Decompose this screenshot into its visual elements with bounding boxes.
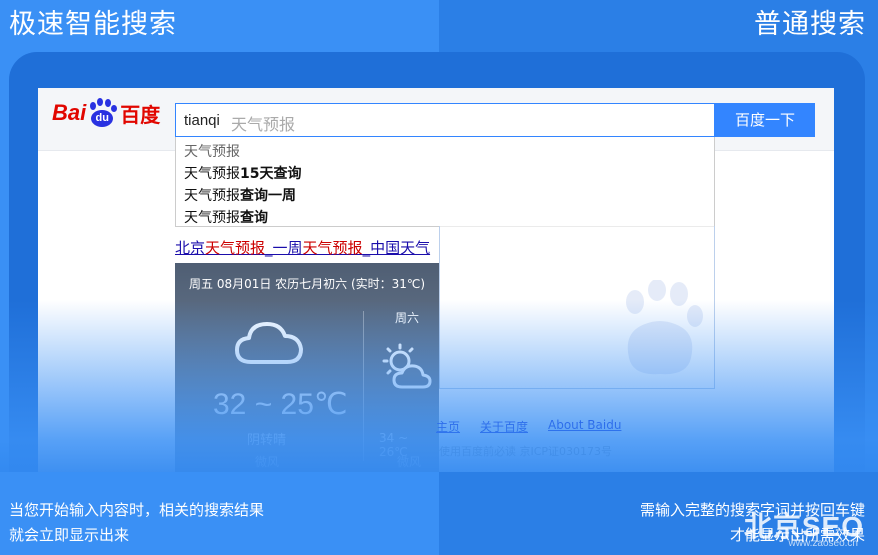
paw-icon: du [87,98,118,128]
left-caption: 当您开始输入内容时，相关的搜索结果 就会立即显示出来 [9,498,264,548]
suggestion-item[interactable]: 天气预报15天查询 [184,163,301,183]
search-button[interactable]: 百度一下 [715,103,815,137]
logo-cn-text: 百度 [120,104,161,127]
baidu-paw-watermark-icon [626,280,703,375]
weather-card[interactable]: 周五 08月01日 农历七月初六 (实时：31℃) 32 ~ 25℃ 阴转晴 微… [175,263,439,472]
baidu-logo[interactable]: Bai du 百度 [52,98,160,128]
weather-date: 周五 08月01日 农历七月初六 (实时：31℃) [189,277,426,291]
seo-watermark-url: www.zaoseo.cn [788,538,858,549]
search-placeholder: 天气预报 [231,115,296,134]
search-input[interactable]: tianqi 天气预报 [175,103,715,137]
next-day-label: 周六 [395,311,420,325]
normal-search-title: 普通搜索 [754,9,866,40]
result-title-link[interactable]: 北京天气预报_一周天气预报_中国天气 [175,237,439,258]
weather-wind: 微风 [255,455,280,469]
footer-link-about-en[interactable]: About Baidu [548,418,621,432]
footer-link-home[interactable]: 主页 [436,418,460,435]
next-day-wind: 微风 [397,455,422,469]
weather-desc: 阴转晴 [247,433,287,448]
logo-bai-text: Bai [52,100,87,125]
instant-search-title: 极速智能搜索 [9,9,177,40]
suggestion-item[interactable]: 天气预报查询 [184,207,268,227]
logo-du-text: du [91,110,114,127]
left-caption-line2: 就会立即显示出来 [9,526,130,544]
footer-icp-text: 使用百度前必读 京ICP证030173号 [439,445,613,458]
footer-link-about[interactable]: 关于百度 [480,418,528,435]
suggestion-dropdown: 天气预报 天气预报15天查询 天气预报查询一周 天气预报查询 [175,137,715,227]
suggestion-item[interactable]: 天气预报 [184,141,240,161]
left-caption-line1: 当您开始输入内容时，相关的搜索结果 [9,501,265,519]
suggestion-item[interactable]: 天气预报查询一周 [184,185,296,205]
weather-temp: 32 ~ 25℃ [213,388,348,421]
sun-cloud-icon [382,343,432,389]
search-typed-text: tianqi [184,112,220,129]
weather-divider [363,311,364,461]
cloud-icon [235,322,303,364]
